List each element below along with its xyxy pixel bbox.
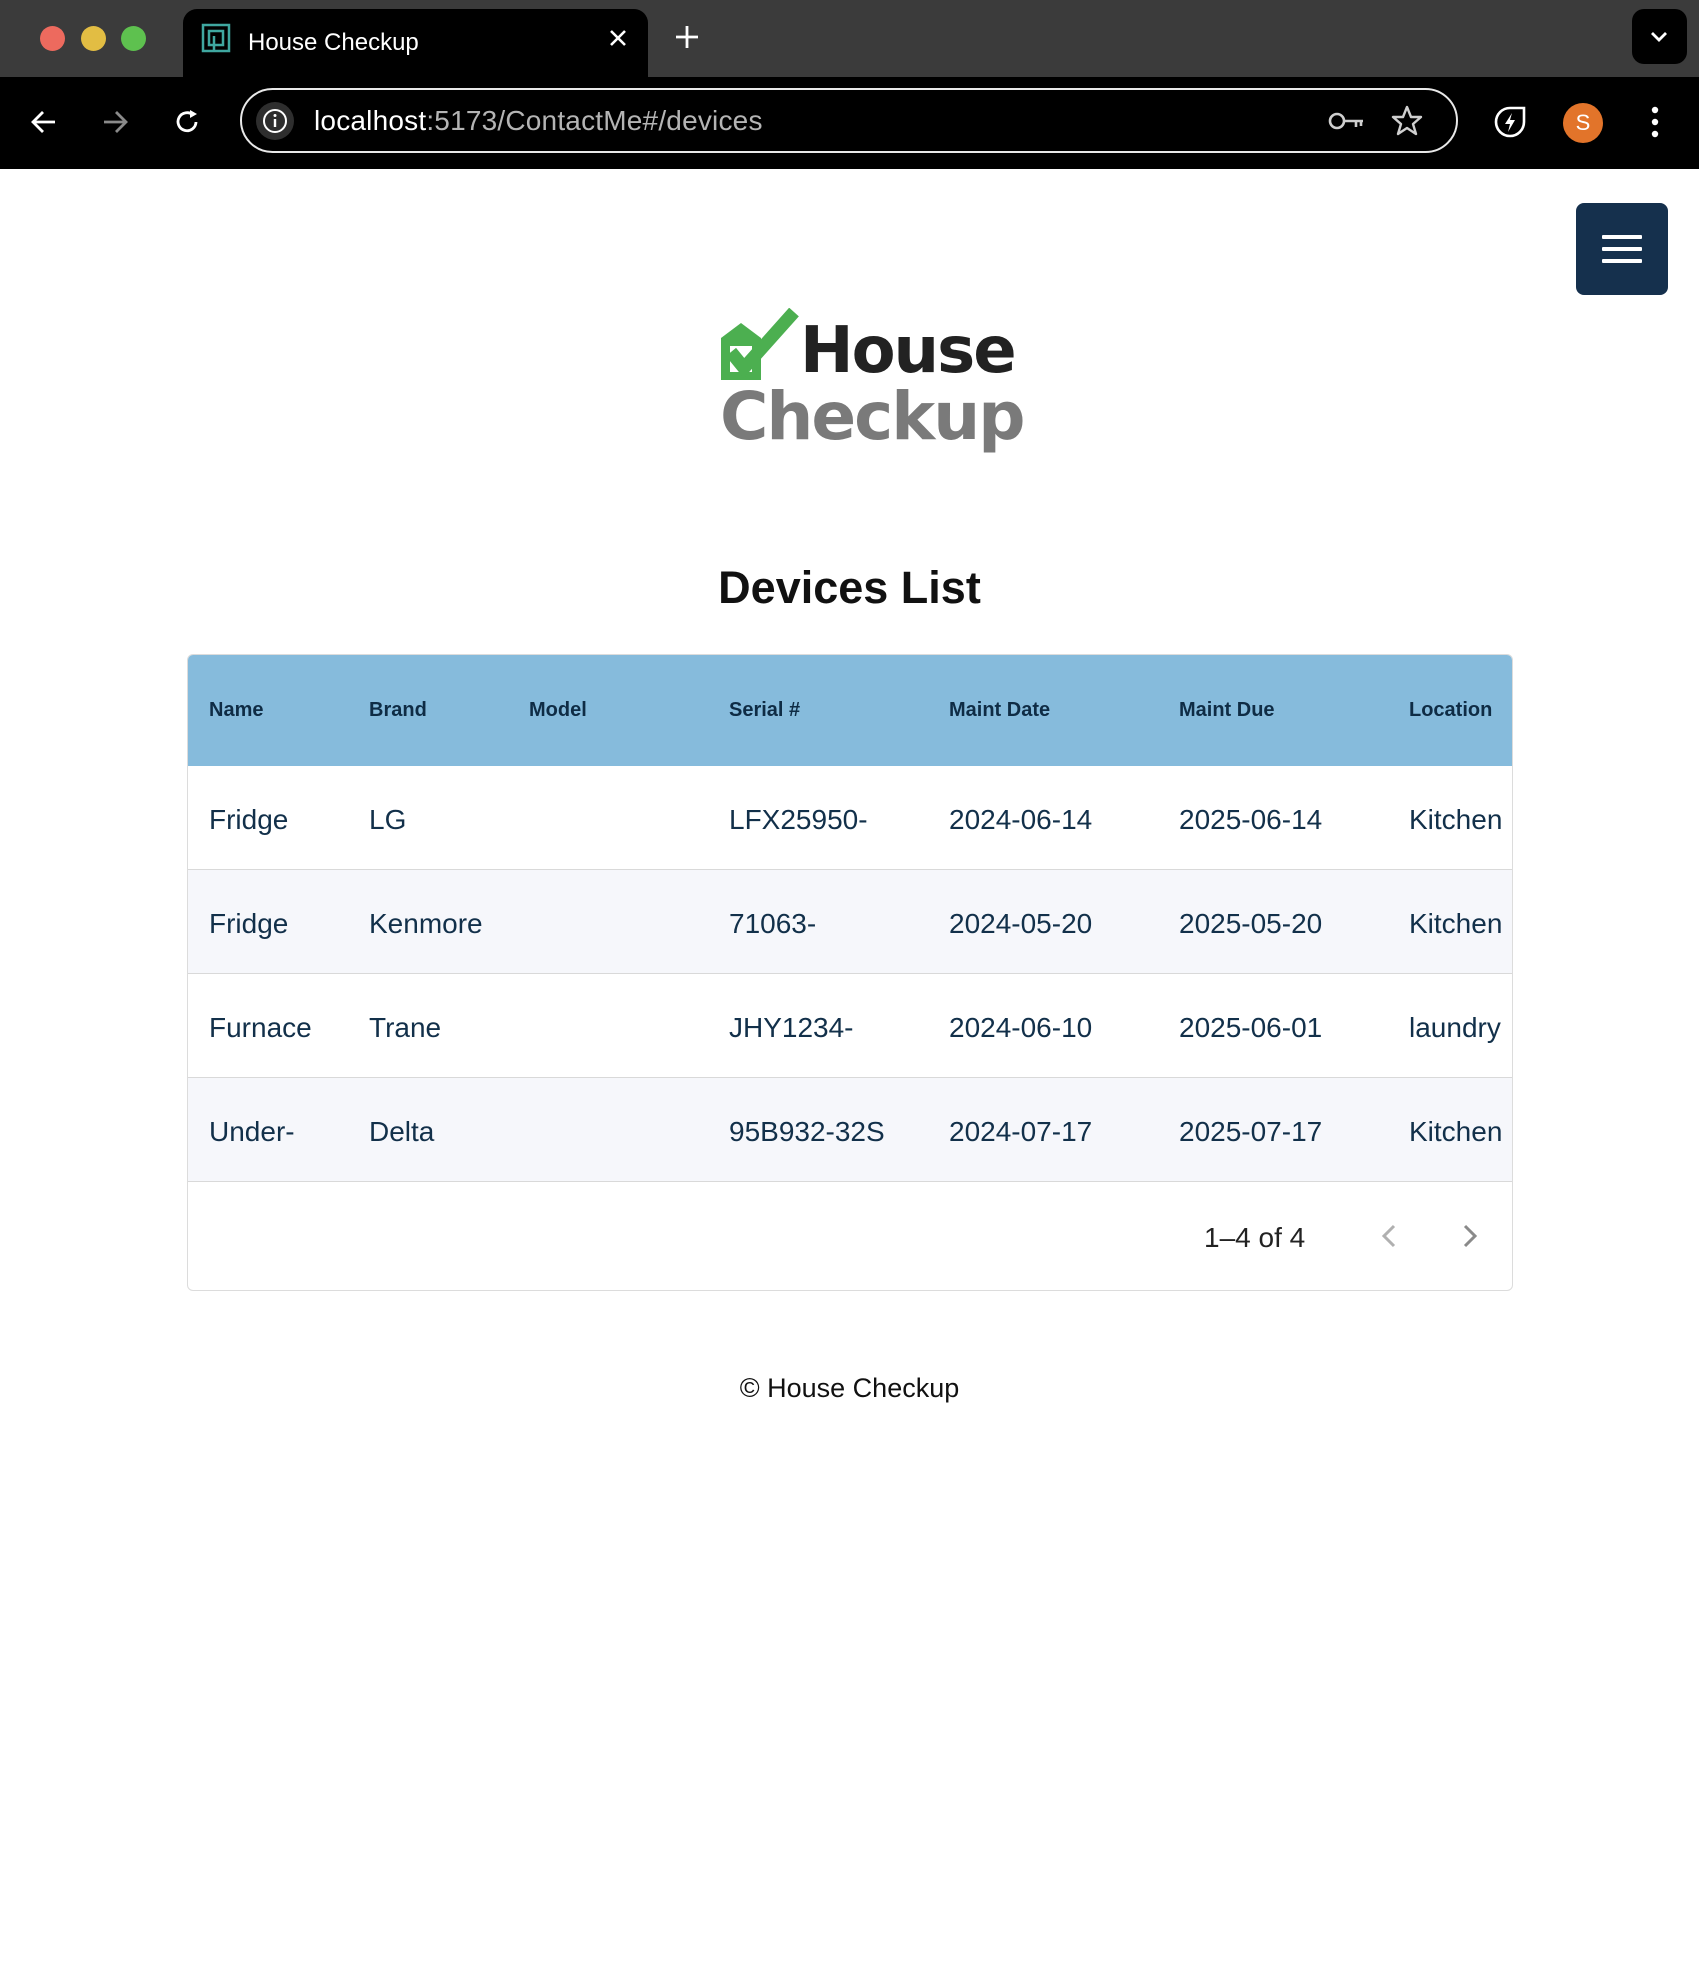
cell-serial: 95B932-32S [729, 1116, 885, 1147]
column-header-maint-date[interactable]: Maint Date [949, 699, 1050, 722]
logo-text-house: House [800, 314, 1017, 388]
close-window-button[interactable] [40, 26, 65, 51]
tab-strip: House Checkup [0, 0, 1699, 77]
table-row[interactable]: Under- Delta 95B932-32S 2024-07-17 2025-… [188, 1078, 1512, 1182]
back-arrow-icon[interactable] [26, 104, 62, 140]
chevron-right-icon[interactable] [1457, 1220, 1481, 1252]
favicon-icon [201, 23, 231, 53]
cell-maint-due: 2025-06-14 [1179, 804, 1323, 835]
close-tab-icon[interactable] [603, 23, 633, 53]
new-tab-icon[interactable] [671, 21, 703, 53]
cell-maint-date: 2024-07-17 [949, 1116, 1093, 1147]
reload-icon[interactable] [169, 104, 205, 140]
cell-serial: 71063- [729, 908, 817, 939]
address-bar[interactable]: localhost:5173/ContactMe#/devices [240, 88, 1458, 153]
minimize-window-button[interactable] [81, 26, 106, 51]
table-row[interactable]: Fridge Kenmore 71063- 2024-05-20 2025-05… [188, 870, 1512, 974]
cell-maint-due: 2025-07-17 [1179, 1116, 1323, 1147]
cell-name: Under- [209, 1116, 295, 1147]
chevron-down-icon [1651, 32, 1667, 42]
chevron-left-icon[interactable] [1378, 1220, 1402, 1252]
table-row[interactable]: Fridge LG LFX25950- 2024-06-14 2025-06-1… [188, 766, 1512, 870]
cell-name: Fridge [209, 804, 289, 835]
forward-arrow-icon[interactable] [97, 104, 133, 140]
cell-brand: Kenmore [369, 908, 483, 939]
footer-copyright: © House Checkup [739, 1373, 960, 1403]
column-header-model[interactable]: Model [529, 699, 587, 722]
cell-location: Kitchen [1409, 804, 1503, 835]
house-checkup-logo: House Checkup [716, 308, 1025, 458]
cell-brand: Trane [369, 1012, 442, 1043]
maximize-window-button[interactable] [121, 26, 146, 51]
browser-tab[interactable]: House Checkup [183, 9, 648, 77]
table-row[interactable]: Furnace Trane JHY1234- 2024-06-10 2025-0… [188, 974, 1512, 1078]
cell-name: Furnace [209, 1012, 312, 1043]
devices-table: Name Brand Model Serial # Maint Date Mai… [187, 654, 1513, 1291]
url-text[interactable]: localhost:5173/ContactMe#/devices [314, 105, 763, 137]
bookmark-star-icon[interactable] [1390, 104, 1424, 138]
browser-menu-icon[interactable] [1640, 104, 1670, 140]
browser-chrome: House Checkup localhost:5173/ContactMe#/… [0, 0, 1699, 169]
column-header-name[interactable]: Name [209, 699, 263, 722]
column-header-location[interactable]: Location [1409, 699, 1492, 722]
cell-name: Fridge [209, 908, 289, 939]
logo-text-checkup: Checkup [720, 378, 1025, 455]
column-header-maint-due[interactable]: Maint Due [1179, 699, 1275, 722]
page-title: Devices List [718, 562, 981, 613]
cell-maint-date: 2024-05-20 [949, 908, 1093, 939]
checkmark-house-icon [721, 308, 799, 380]
tab-search-button[interactable] [1632, 9, 1687, 64]
cell-maint-date: 2024-06-14 [949, 804, 1093, 835]
site-info-icon[interactable] [256, 102, 294, 140]
extension-icon[interactable] [1492, 104, 1528, 140]
cell-maint-date: 2024-06-10 [949, 1012, 1093, 1043]
tab-title: House Checkup [248, 29, 419, 56]
cell-location: Kitchen [1409, 1116, 1503, 1147]
column-header-brand[interactable]: Brand [369, 699, 427, 722]
cell-brand: Delta [369, 1116, 435, 1147]
column-header-serial[interactable]: Serial # [729, 699, 800, 722]
pagination-range: 1–4 of 4 [1204, 1222, 1306, 1253]
password-key-icon[interactable] [1327, 104, 1367, 138]
hamburger-icon [1602, 235, 1642, 263]
cell-location: laundry [1409, 1012, 1501, 1043]
cell-serial: JHY1234- [729, 1012, 854, 1043]
cell-location: Kitchen [1409, 908, 1503, 939]
table-header: Name Brand Model Serial # Maint Date Mai… [188, 655, 1512, 766]
menu-button[interactable] [1576, 203, 1668, 295]
cell-maint-due: 2025-06-01 [1179, 1012, 1323, 1043]
cell-maint-due: 2025-05-20 [1179, 908, 1323, 939]
profile-avatar[interactable]: S [1563, 103, 1603, 143]
cell-serial: LFX25950- [729, 804, 868, 835]
cell-brand: LG [369, 804, 407, 835]
